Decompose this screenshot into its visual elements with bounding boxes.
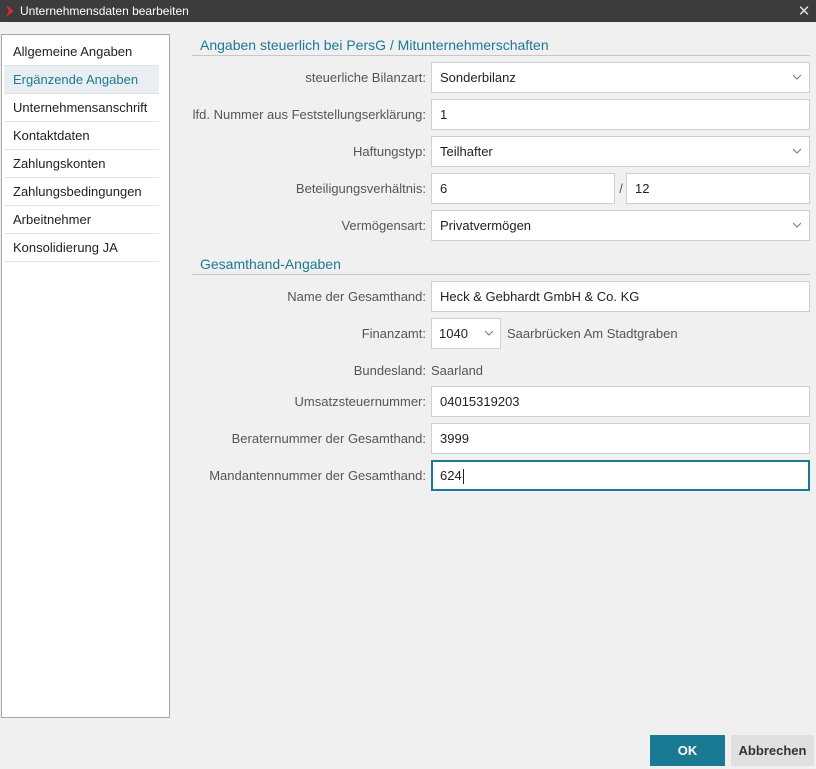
gesamthand-name-input[interactable]: Heck & Gebhardt GmbH & Co. KG (431, 281, 810, 312)
row-finanzamt: Finanzamt: 1040 Saarbrücken Am Stadtgrab… (192, 318, 810, 355)
row-berater: Beraternummer der Gesamthand: 3999 (192, 423, 810, 460)
cancel-button[interactable]: Abbrechen (731, 735, 814, 766)
section-header-gesamthand: Gesamthand-Angaben (192, 253, 810, 275)
chevron-down-icon (485, 330, 493, 336)
chevron-down-icon (793, 222, 801, 228)
main-panel: Angaben steuerlich bei PersG / Mituntern… (192, 34, 810, 497)
row-beteiligung: Beteiligungsverhältnis: 6 / 12 (192, 173, 810, 210)
vermoegensart-value: Privatvermögen (440, 218, 532, 233)
vermoegensart-label: Vermögensart: (341, 218, 426, 233)
ust-nummer-label: Umsatzsteuernummer: (294, 394, 426, 409)
sidebar-item-arbeitnehmer[interactable]: Arbeitnehmer (4, 206, 159, 234)
bundesland-value: Saarland (431, 363, 484, 378)
finanzamt-label: Finanzamt: (361, 326, 426, 341)
haftungstyp-select[interactable]: Teilhafter (431, 136, 810, 167)
row-ust-nummer: Umsatzsteuernummer: 04015319203 (192, 386, 810, 423)
beteiligung-denominator-input[interactable]: 12 (626, 173, 810, 204)
berater-input[interactable]: 3999 (431, 423, 810, 454)
app-logo-icon (0, 0, 20, 22)
gesamthand-name-label: Name der Gesamthand: (287, 289, 426, 304)
finanzamt-select[interactable]: 1040 (431, 318, 501, 349)
row-haftungstyp: Haftungstyp: Teilhafter (192, 136, 810, 173)
section-header-steuerlich: Angaben steuerlich bei PersG / Mituntern… (192, 34, 810, 56)
sidebar-item-zahlungskonten[interactable]: Zahlungskonten (4, 150, 159, 178)
haftungstyp-value: Teilhafter (440, 144, 493, 159)
chevron-down-icon (793, 74, 801, 80)
sidebar-item-allgemeine-angaben[interactable]: Allgemeine Angaben (4, 38, 159, 66)
bilanzart-select[interactable]: Sonderbilanz (431, 62, 810, 93)
berater-label: Beraternummer der Gesamthand: (231, 431, 426, 446)
mandant-value: 624 (440, 468, 462, 483)
close-icon[interactable]: ✕ (792, 0, 816, 22)
text-caret (462, 469, 464, 485)
ust-nummer-input[interactable]: 04015319203 (431, 386, 810, 417)
sidebar-item-zahlungsbedingungen[interactable]: Zahlungsbedingungen (4, 178, 159, 206)
title-bar: Unternehmensdaten bearbeiten ✕ (0, 0, 816, 22)
bundesland-label: Bundesland: (353, 363, 426, 378)
sidebar-item-unternehmensanschrift[interactable]: Unternehmensanschrift (4, 94, 159, 122)
finanzamt-code: 1040 (439, 326, 468, 341)
row-gesamthand-name: Name der Gesamthand: Heck & Gebhardt Gmb… (192, 281, 810, 318)
sidebar-item-konsolidierung-ja[interactable]: Konsolidierung JA (4, 234, 159, 262)
row-lfd-nummer: lfd. Nummer aus Feststellungserklärung: … (192, 99, 810, 136)
sidebar-item-ergaenzende-angaben[interactable]: Ergänzende Angaben (4, 66, 159, 94)
chevron-down-icon (793, 148, 801, 154)
row-vermoegensart: Vermögensart: Privatvermögen (192, 210, 810, 247)
row-mandant: Mandantennummer der Gesamthand: 624 (192, 460, 810, 497)
sidebar: Allgemeine Angaben Ergänzende Angaben Un… (1, 34, 170, 718)
haftungstyp-label: Haftungstyp: (353, 144, 426, 159)
lfd-nummer-input[interactable]: 1 (431, 99, 810, 130)
beteiligung-numerator-input[interactable]: 6 (431, 173, 615, 204)
mandant-label: Mandantennummer der Gesamthand: (209, 468, 426, 483)
sidebar-item-kontaktdaten[interactable]: Kontaktdaten (4, 122, 159, 150)
finanzamt-name: Saarbrücken Am Stadtgraben (507, 326, 678, 341)
bilanzart-label: steuerliche Bilanzart: (305, 70, 426, 85)
vermoegensart-select[interactable]: Privatvermögen (431, 210, 810, 241)
window-title: Unternehmensdaten bearbeiten (20, 4, 189, 18)
row-bundesland: Bundesland: Saarland (192, 355, 810, 386)
bilanzart-value: Sonderbilanz (440, 70, 516, 85)
beteiligung-label: Beteiligungsverhältnis: (295, 181, 426, 196)
mandant-input[interactable]: 624 (431, 460, 810, 491)
row-bilanzart: steuerliche Bilanzart: Sonderbilanz (192, 62, 810, 99)
beteiligung-separator: / (619, 181, 623, 196)
ok-button[interactable]: OK (650, 735, 725, 766)
lfd-nummer-label: lfd. Nummer aus Feststellungserklärung: (192, 107, 426, 122)
